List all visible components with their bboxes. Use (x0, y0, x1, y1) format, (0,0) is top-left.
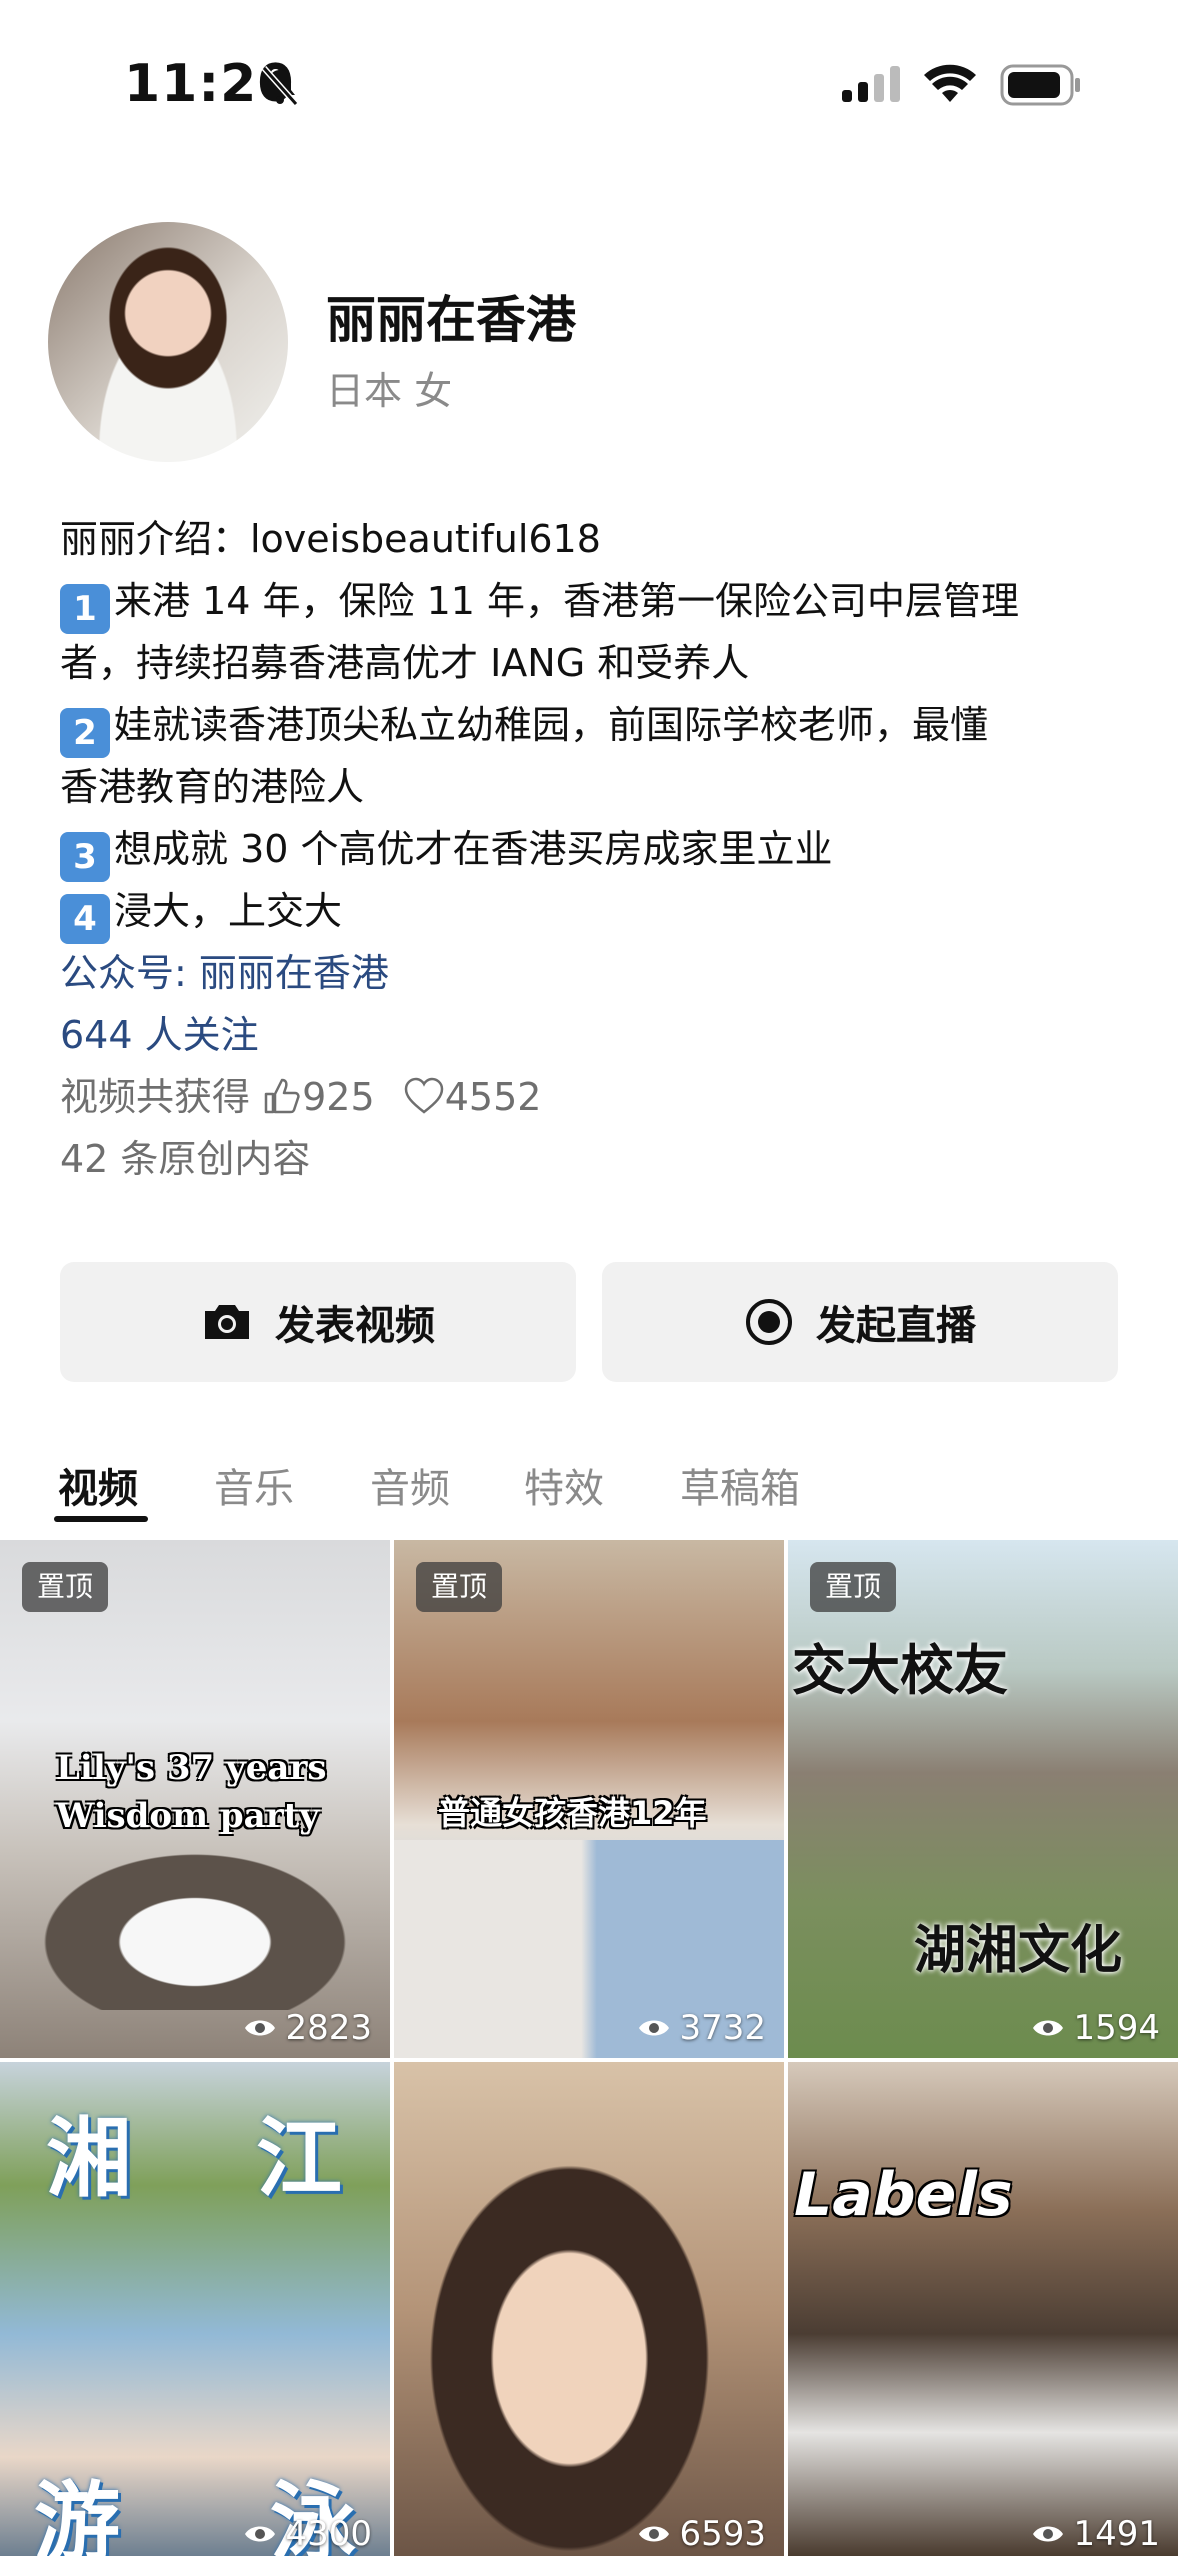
number-1-icon: 1 (60, 584, 110, 634)
view-count: 1491 (1031, 2514, 1160, 2554)
party-photo (20, 1840, 370, 2010)
number-4-icon: 4 (60, 894, 110, 944)
eye-icon (1033, 2020, 1064, 2036)
video-caption-line2: 湖湘文化 (914, 1921, 1123, 1981)
avatar[interactable] (48, 222, 288, 462)
view-count: 2823 (243, 2008, 372, 2048)
view-count: 4300 (243, 2514, 372, 2554)
bio-item-2-cont: 香港教育的港险人 (60, 765, 365, 809)
video-caption: Lily's 37 years (56, 1748, 327, 1788)
wifi-icon (924, 64, 976, 102)
bio-intro: 丽丽介绍：loveisbeautiful618 (60, 517, 601, 561)
bio-item-3: 3 想成就 30 个高优才在香港买房成家里立业 (60, 818, 1120, 882)
eye-icon (639, 2020, 670, 2036)
video-caption-line2: Wisdom party (56, 1796, 320, 1836)
video-caption-line2: 江 (256, 2109, 342, 2209)
go-live-button[interactable]: 发起直播 (602, 1262, 1118, 1382)
eye-icon (1033, 2526, 1064, 2542)
thumbs-up-icon (264, 1078, 300, 1114)
video-tile[interactable]: Labels 1491 (788, 2062, 1178, 2556)
live-record-icon (746, 1299, 792, 1345)
view-count: 1594 (1031, 2008, 1160, 2048)
profile-name: 丽丽在香港 (326, 291, 576, 349)
tab-videos[interactable]: 视频 (58, 1456, 138, 1514)
official-account-link[interactable]: 公众号: 丽丽在香港 (60, 942, 1120, 1004)
camera-icon (205, 1305, 249, 1339)
video-stats: 视频共获得 925 4552 (60, 1075, 542, 1119)
battery-icon (1000, 64, 1080, 106)
pinned-badge: 置顶 (416, 1562, 502, 1612)
bio-item-2: 2 娃就读香港顶尖私立幼稚园，前国际学校老师，最懂 (60, 694, 1120, 758)
bio-item-1: 1 来港 14 年，保险 11 年，香港第一保险公司中层管理 (60, 570, 1120, 634)
eye-icon (639, 2526, 670, 2542)
tab-drafts[interactable]: 草稿箱 (680, 1456, 800, 1514)
number-2-icon: 2 (60, 708, 110, 758)
bio-item-1-cont: 者，持续招募香港高优才 IANG 和受养人 (60, 641, 750, 685)
view-count: 6593 (637, 2514, 766, 2554)
video-caption: 湘 (46, 2109, 132, 2209)
tab-effects[interactable]: 特效 (524, 1456, 604, 1514)
profile-region-gender: 日本 女 (326, 369, 453, 413)
video-caption-line3: 游 (34, 2473, 120, 2556)
eye-icon (245, 2020, 276, 2036)
eye-icon (245, 2526, 276, 2542)
video-caption: 交大校友 (792, 1639, 1008, 1702)
bio: 丽丽介绍：loveisbeautiful618 1 来港 14 年，保险 11 年… (60, 508, 1120, 1190)
video-tile[interactable]: 湘 江 游 泳 4300 (0, 2062, 390, 2556)
bio-item-4: 4 浸大，上交大 (60, 880, 1120, 944)
bell-muted-icon (261, 66, 299, 106)
cellular-signal-icon (842, 66, 900, 102)
pinned-badge: 置顶 (22, 1562, 108, 1612)
pinned-badge: 置顶 (810, 1562, 896, 1612)
video-caption: 普通女孩香港12年 (438, 1794, 707, 1832)
video-caption: Labels (794, 2160, 1013, 2230)
video-tile[interactable]: 置顶 普通女孩香港12年 3732 (394, 1540, 784, 2058)
original-content-count: 42 条原创内容 (60, 1137, 311, 1181)
video-tile[interactable]: 置顶 交大校友 湖湘文化 1594 (788, 1540, 1178, 2058)
followers-link[interactable]: 644 人关注 (60, 1004, 1120, 1066)
heart-icon (404, 1077, 443, 1114)
tab-audio[interactable]: 音频 (370, 1456, 450, 1514)
number-3-icon: 3 (60, 832, 110, 882)
post-video-button[interactable]: 发表视频 (60, 1262, 576, 1382)
video-tile[interactable]: 置顶 Lily's 37 years Wisdom party 2823 (0, 1540, 390, 2058)
tab-active-indicator (54, 1516, 148, 1522)
video-tile[interactable]: 6593 (394, 2062, 784, 2556)
view-count: 3732 (637, 2008, 766, 2048)
tab-music[interactable]: 音乐 (214, 1456, 294, 1514)
